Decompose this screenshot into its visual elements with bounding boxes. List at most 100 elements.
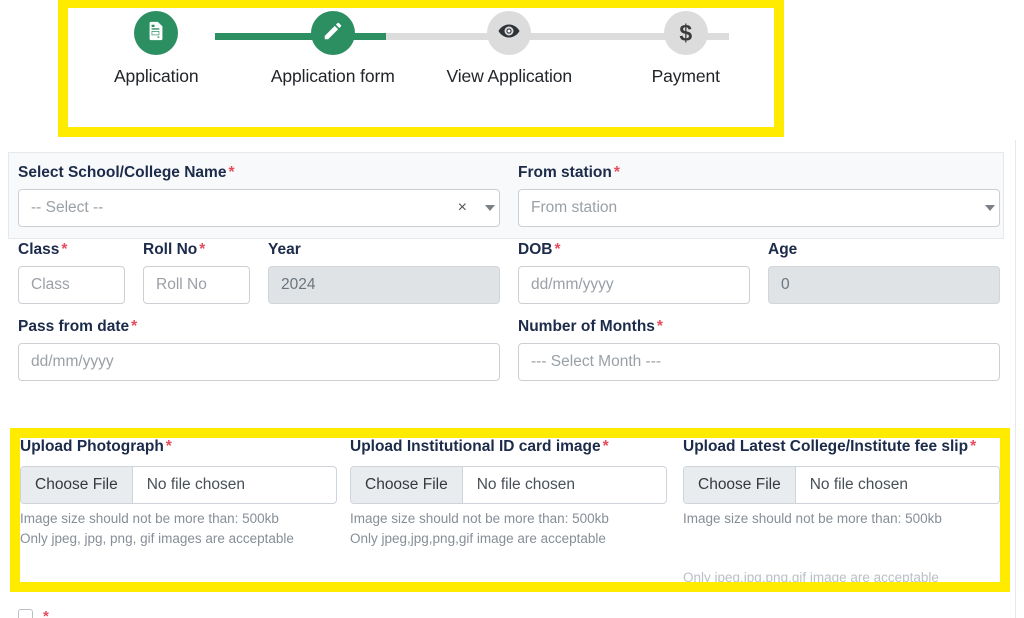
- step-application-label: Application: [113, 66, 199, 86]
- class-placeholder: Class: [31, 276, 70, 294]
- chevron-down-icon[interactable]: [985, 205, 995, 212]
- field-class: Class * Class: [18, 241, 143, 305]
- stepper-connector-1: [215, 33, 387, 40]
- step-view-application[interactable]: View Application: [421, 8, 598, 88]
- choose-file-button[interactable]: Choose File: [684, 467, 796, 503]
- terms-required-asterisk: *: [43, 608, 49, 618]
- form-row-2: Class * Class Roll No * Roll No Year 2024 …: [0, 227, 1008, 305]
- pencil-icon: [322, 20, 344, 47]
- upload-fee-slip-hint: Image size should not be more than: 500k…: [683, 509, 1013, 529]
- field-age: Age 0: [768, 241, 1018, 305]
- eye-icon: [497, 19, 521, 48]
- step-view-application-circle: [487, 11, 532, 55]
- field-roll-no: Roll No * Roll No: [143, 241, 268, 305]
- upload-fee-slip-label: Upload Latest College/Institute fee slip…: [683, 438, 977, 455]
- upload-photograph-label: Upload Photograph *: [20, 438, 172, 455]
- field-dob: DOB * dd/mm/yyyy: [518, 241, 768, 305]
- document-icon: [145, 20, 167, 47]
- upload-photograph-required-asterisk: *: [165, 438, 172, 455]
- stepper-connector-2: [386, 33, 558, 40]
- class-input[interactable]: Class: [18, 266, 125, 305]
- upload-id-card-hint-types: Only jpeg,jpg,png,gif image are acceptab…: [350, 531, 606, 547]
- roll-no-required-asterisk: *: [199, 241, 206, 259]
- upload-id-card-hint: Image size should not be more than: 500k…: [350, 509, 680, 550]
- terms-checkbox-row: *: [18, 608, 49, 618]
- field-number-of-months: Number of Months * --- Select Month ---: [518, 318, 1008, 382]
- choose-file-button[interactable]: Choose File: [351, 467, 463, 503]
- upload-photograph-file-input[interactable]: Choose File No file chosen: [20, 466, 337, 504]
- page-root: Application Application form View Applic…: [0, 0, 1024, 618]
- age-value: 0: [781, 276, 790, 294]
- choose-file-button[interactable]: Choose File: [21, 467, 133, 503]
- from-station-placeholder: From station: [531, 199, 618, 217]
- number-of-months-label: Number of Months *: [518, 318, 663, 336]
- upload-fee-slip-hint-size: Image size should not be more than: 500k…: [683, 511, 942, 526]
- step-payment[interactable]: $ Payment: [598, 8, 775, 88]
- dob-required-asterisk: *: [554, 241, 561, 259]
- file-name-display: No file chosen: [809, 476, 908, 493]
- upload-id-card-hint-size: Image size should not be more than: 500k…: [350, 511, 609, 526]
- number-of-months-select[interactable]: --- Select Month ---: [518, 343, 1000, 382]
- from-station-label: From station *: [518, 164, 620, 181]
- step-view-application-label: View Application: [446, 66, 573, 86]
- roll-no-placeholder: Roll No: [156, 276, 207, 294]
- from-station-select[interactable]: From station: [518, 189, 1000, 228]
- upload-id-card-file-input[interactable]: Choose File No file chosen: [350, 466, 667, 504]
- upload-photograph-hint: Image size should not be more than: 500k…: [20, 509, 350, 550]
- progress-stepper: Application Application form View Applic…: [68, 8, 774, 128]
- roll-no-input[interactable]: Roll No: [143, 266, 250, 305]
- dollar-icon: $: [679, 19, 693, 46]
- upload-fee-slip-required-asterisk: *: [970, 438, 977, 455]
- step-application-form-circle: [310, 11, 355, 55]
- upload-photograph-hint-size: Image size should not be more than: 500k…: [20, 511, 279, 526]
- school-required-asterisk: *: [228, 164, 235, 181]
- upload-id-card-label: Upload Institutional ID card image *: [350, 438, 609, 455]
- upload-fee-slip-hint-types: Only jpeg,jpg,png,gif image are acceptab…: [683, 570, 939, 585]
- number-of-months-value: --- Select Month ---: [531, 353, 662, 371]
- number-of-months-required-asterisk: *: [656, 318, 663, 336]
- form-row-3: Pass from date * dd/mm/yyyy Number of Mon…: [0, 304, 1008, 382]
- field-from-station: From station * From station: [518, 164, 1008, 228]
- pass-from-date-label: Pass from date *: [18, 318, 138, 336]
- dob-label: DOB *: [518, 241, 561, 259]
- dob-placeholder: dd/mm/yyyy: [531, 276, 614, 294]
- upload-photograph-hint-types: Only jpeg, jpg, png, gif images are acce…: [20, 531, 294, 547]
- page-edge-divider: [1015, 140, 1016, 618]
- step-application-circle: [134, 11, 179, 55]
- upload-id-card-required-asterisk: *: [602, 438, 609, 455]
- age-input: 0: [768, 266, 1000, 305]
- terms-checkbox[interactable]: [18, 609, 33, 618]
- school-select[interactable]: -- Select -- ×: [18, 189, 500, 228]
- upload-id-card: Upload Institutional ID card image * Choo…: [350, 436, 680, 550]
- pass-from-date-input[interactable]: dd/mm/yyyy: [18, 343, 500, 382]
- age-label: Age: [768, 241, 798, 259]
- from-station-required-asterisk: *: [613, 164, 620, 181]
- class-label: Class *: [18, 241, 68, 259]
- field-year: Year 2024: [268, 241, 518, 305]
- step-payment-label: Payment: [651, 66, 720, 86]
- field-school: Select School/College Name * -- Select --…: [18, 164, 518, 228]
- year-label: Year: [268, 241, 301, 259]
- step-application-form[interactable]: Application form: [245, 8, 422, 88]
- class-required-asterisk: *: [61, 241, 68, 259]
- pass-from-date-required-asterisk: *: [131, 318, 138, 336]
- dob-input[interactable]: dd/mm/yyyy: [518, 266, 750, 305]
- form-row-1: Select School/College Name * -- Select --…: [0, 152, 1008, 228]
- step-payment-circle: $: [663, 11, 708, 55]
- file-name-display: No file chosen: [476, 476, 575, 493]
- year-input: 2024: [268, 266, 500, 305]
- school-clear-icon[interactable]: ×: [454, 199, 477, 217]
- step-application[interactable]: Application: [68, 8, 245, 88]
- upload-fee-slip-file-input[interactable]: Choose File No file chosen: [683, 466, 1000, 504]
- field-pass-from-date: Pass from date * dd/mm/yyyy: [18, 318, 518, 382]
- application-form: Select School/College Name * -- Select --…: [0, 152, 1008, 382]
- step-application-form-label: Application form: [270, 66, 395, 86]
- upload-photograph: Upload Photograph * Choose File No file c…: [20, 436, 350, 550]
- chevron-down-icon[interactable]: [485, 205, 495, 212]
- pass-from-date-placeholder: dd/mm/yyyy: [31, 353, 114, 371]
- school-select-value: -- Select --: [31, 199, 104, 217]
- upload-fee-slip: Upload Latest College/Institute fee slip…: [683, 436, 1013, 529]
- year-value: 2024: [281, 276, 316, 294]
- file-name-display: No file chosen: [146, 476, 245, 493]
- roll-no-label: Roll No *: [143, 241, 206, 259]
